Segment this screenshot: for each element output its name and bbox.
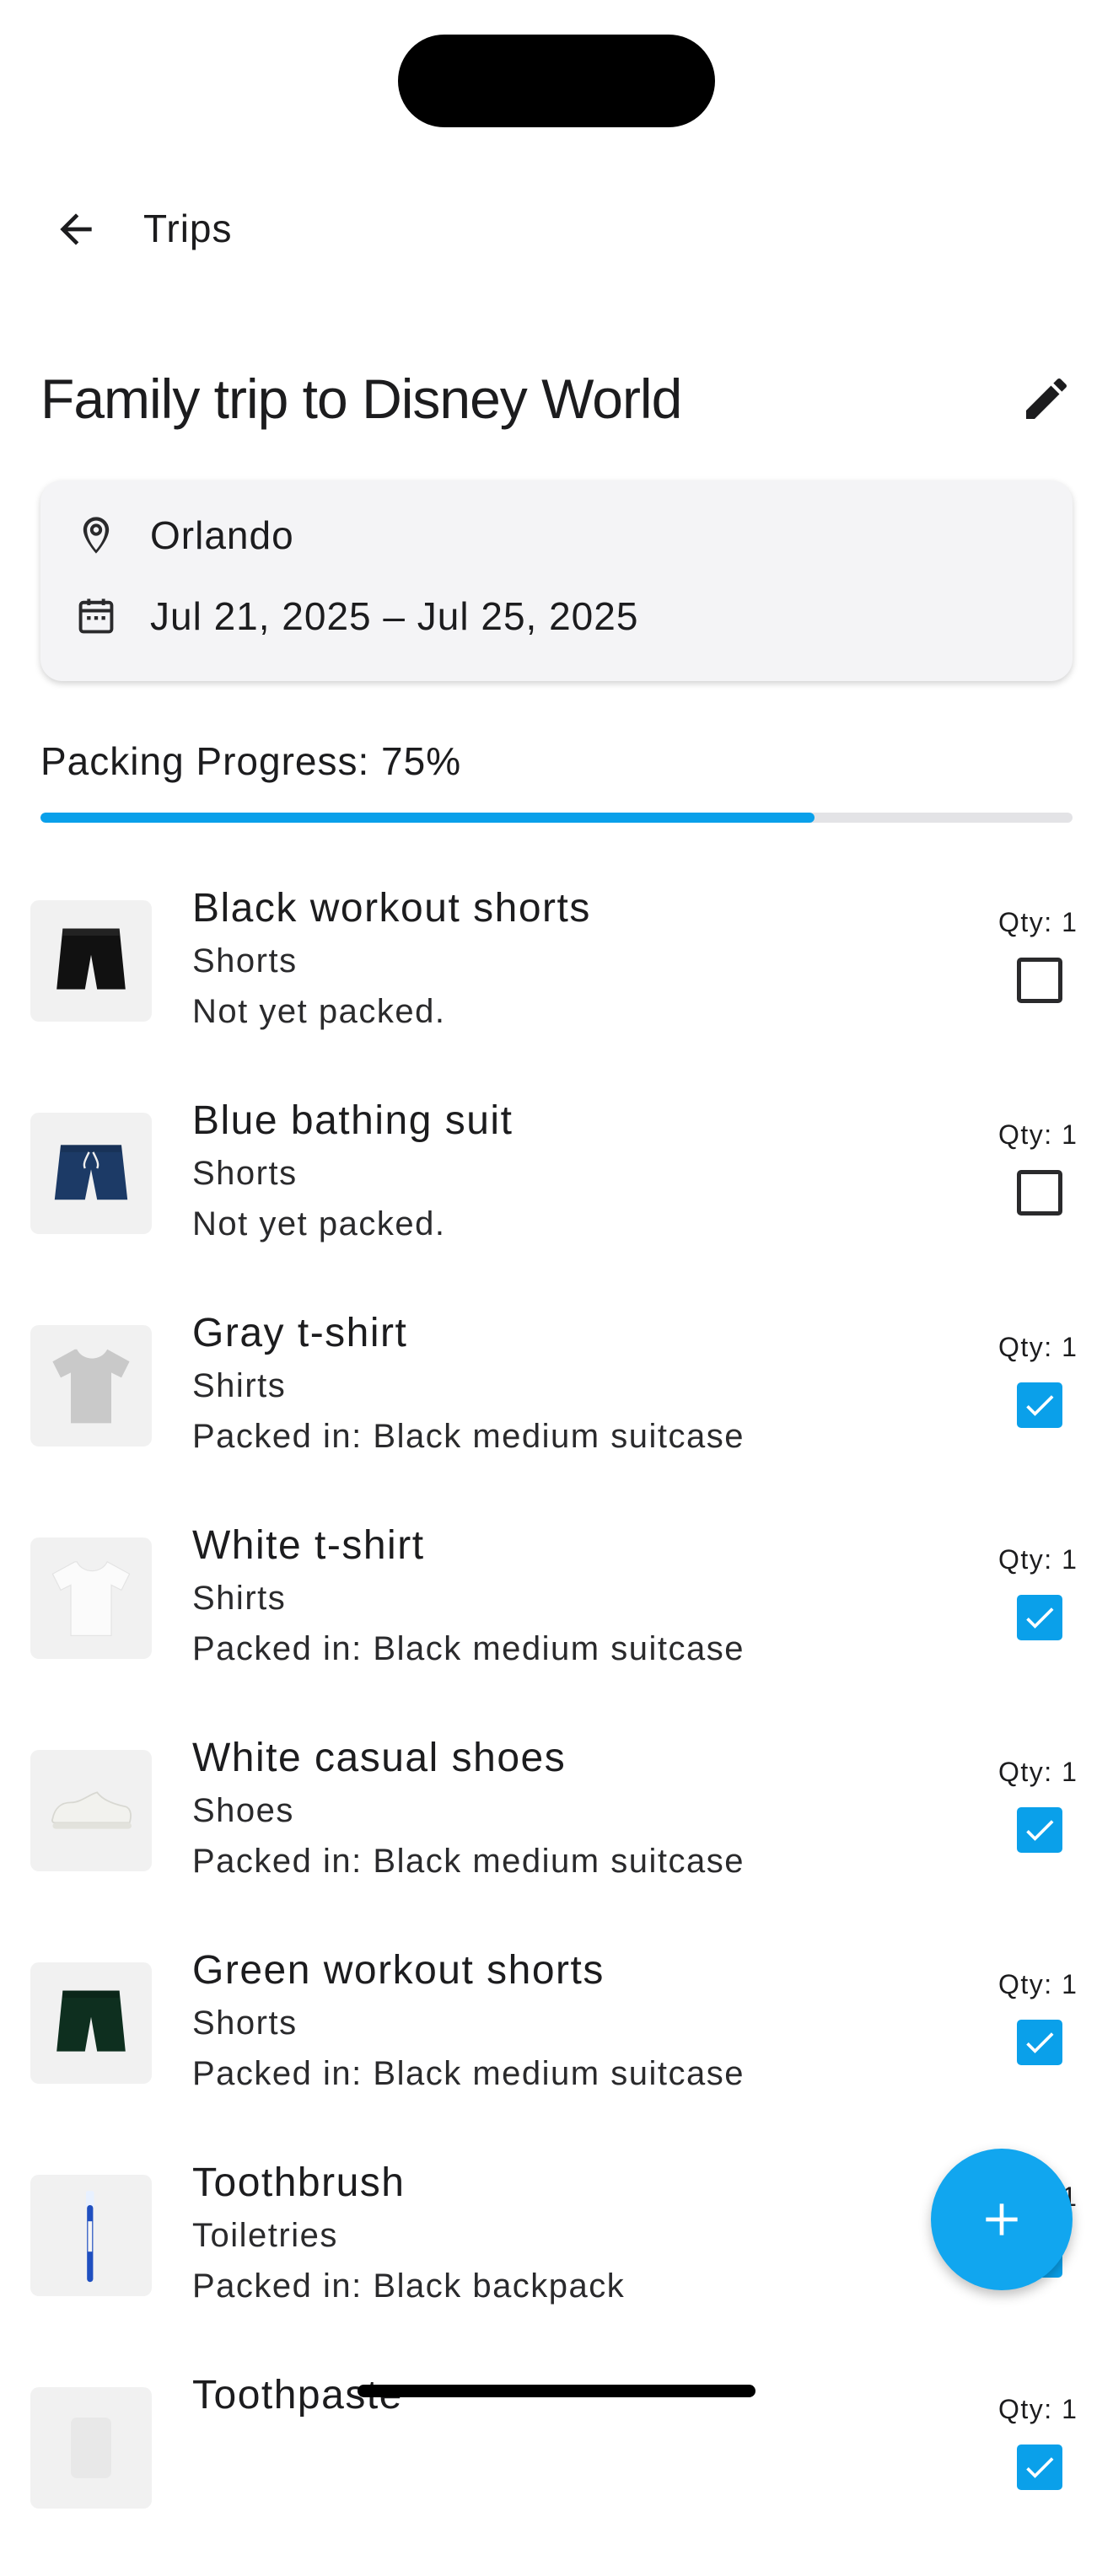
item-thumbnail bbox=[30, 1113, 152, 1234]
add-item-button[interactable] bbox=[931, 2149, 1073, 2290]
calendar-icon bbox=[78, 598, 114, 634]
black-shorts-icon bbox=[40, 910, 142, 1012]
item-category: Shirts bbox=[192, 1367, 287, 1404]
item-name: Blue bathing suit bbox=[192, 1098, 513, 1143]
packed-checkbox[interactable] bbox=[1017, 2020, 1062, 2065]
back-button[interactable] bbox=[42, 196, 110, 263]
item-packing-status: Packed in: Black medium suitcase bbox=[192, 1418, 745, 1455]
item-name: Gray t-shirt bbox=[192, 1311, 408, 1355]
white-tshirt-icon bbox=[40, 1548, 142, 1649]
toothbrush-icon bbox=[40, 2185, 142, 2286]
home-indicator bbox=[358, 2385, 755, 2397]
checkmark-icon bbox=[1026, 2457, 1054, 2478]
location-row: Orlando bbox=[74, 506, 294, 565]
packing-progress-fill bbox=[40, 813, 815, 823]
item-quantity: Qty: 1 bbox=[998, 2394, 1078, 2424]
gray-tshirt-icon bbox=[40, 1335, 142, 1436]
item-packing-status: Packed in: Black medium suitcase bbox=[192, 1630, 745, 1667]
item-thumbnail bbox=[30, 1962, 152, 2084]
trip-location: Orlando bbox=[150, 513, 294, 557]
top-app-bar: Trips bbox=[0, 185, 1113, 270]
item-thumbnail bbox=[30, 2175, 152, 2296]
pencil-icon bbox=[1026, 378, 1067, 419]
trip-info-card: Orlando Jul 21, 2025 – Jul 25, 2025 bbox=[40, 480, 1073, 681]
packing-progress-label: Packing Progress: 75% bbox=[40, 739, 462, 783]
item-thumbnail bbox=[30, 900, 152, 1022]
packed-checkbox[interactable] bbox=[1017, 2445, 1062, 2490]
toothpaste-icon bbox=[40, 2397, 142, 2498]
item-category: Shorts bbox=[192, 2004, 298, 2042]
item-packing-status: Packed in: Black backpack bbox=[192, 2267, 626, 2305]
item-quantity: Qty: 1 bbox=[998, 1119, 1078, 1150]
item-name: Green workout shorts bbox=[192, 1948, 605, 1993]
edit-button[interactable] bbox=[1017, 369, 1076, 428]
item-thumbnail bbox=[30, 1538, 152, 1659]
dynamic-island bbox=[398, 35, 715, 127]
packed-checkbox[interactable] bbox=[1017, 1382, 1062, 1428]
back-label[interactable]: Trips bbox=[143, 206, 233, 251]
item-quantity: Qty: 1 bbox=[998, 907, 1078, 937]
page-title: Family trip to Disney World bbox=[40, 368, 682, 430]
list-item[interactable]: Gray t-shirt Shirts Packed in: Black mediu… bbox=[0, 1301, 1113, 1514]
item-thumbnail bbox=[30, 1325, 152, 1446]
item-name: Toothbrush bbox=[192, 2160, 406, 2205]
item-thumbnail bbox=[30, 1750, 152, 1871]
location-pin-icon bbox=[83, 517, 110, 554]
packing-progress-bar bbox=[40, 813, 1073, 823]
item-category: Shorts bbox=[192, 942, 298, 979]
item-category: Shirts bbox=[192, 1580, 287, 1617]
packed-checkbox[interactable] bbox=[1017, 1807, 1062, 1853]
item-thumbnail bbox=[30, 2387, 152, 2509]
item-category: Shorts bbox=[192, 1155, 298, 1192]
checkmark-icon bbox=[1026, 1820, 1054, 1841]
item-packing-status: Packed in: Black medium suitcase bbox=[192, 1843, 745, 1880]
list-item[interactable]: Blue bathing suit Shorts Not yet packed. Qt… bbox=[0, 1089, 1113, 1301]
item-packing-status: Packed in: Black medium suitcase bbox=[192, 2055, 745, 2092]
dates-row: Jul 21, 2025 – Jul 25, 2025 bbox=[74, 587, 638, 646]
list-item[interactable]: Green workout shorts Shorts Packed in: Bla… bbox=[0, 1939, 1113, 2151]
list-item[interactable]: White t-shirt Shirts Packed in: Black medi… bbox=[0, 1514, 1113, 1726]
item-packing-status: Not yet packed. bbox=[192, 1205, 446, 1242]
packed-checkbox[interactable] bbox=[1017, 1595, 1062, 1640]
arrow-left-icon bbox=[60, 213, 92, 245]
item-name: White t-shirt bbox=[192, 1523, 425, 1568]
checkmark-icon bbox=[1026, 2032, 1054, 2053]
item-quantity: Qty: 1 bbox=[998, 1969, 1078, 1999]
green-shorts-icon bbox=[40, 1972, 142, 2074]
item-quantity: Qty: 1 bbox=[998, 1332, 1078, 1362]
item-quantity: Qty: 1 bbox=[998, 1544, 1078, 1575]
checkmark-icon bbox=[1026, 1607, 1054, 1629]
packed-checkbox[interactable] bbox=[1017, 1170, 1062, 1216]
title-row: Family trip to Disney World bbox=[40, 361, 1076, 437]
white-shoe-icon bbox=[40, 1760, 142, 1861]
item-category: Shoes bbox=[192, 1792, 294, 1829]
item-quantity: Qty: 1 bbox=[998, 1757, 1078, 1787]
checkmark-icon bbox=[1026, 1395, 1054, 1416]
blue-swim-shorts-icon bbox=[40, 1123, 142, 1224]
item-category: Toiletries bbox=[192, 2217, 338, 2254]
item-name: Black workout shorts bbox=[192, 886, 591, 931]
plus-icon bbox=[986, 2203, 1018, 2235]
packed-checkbox[interactable] bbox=[1017, 958, 1062, 1003]
list-item[interactable]: White casual shoes Shoes Packed in: Black … bbox=[0, 1726, 1113, 1939]
item-packing-status: Not yet packed. bbox=[192, 993, 446, 1030]
list-item[interactable]: Black workout shorts Shorts Not yet packed… bbox=[0, 877, 1113, 1089]
trip-dates: Jul 21, 2025 – Jul 25, 2025 bbox=[150, 594, 639, 638]
item-name: White casual shoes bbox=[192, 1736, 567, 1780]
